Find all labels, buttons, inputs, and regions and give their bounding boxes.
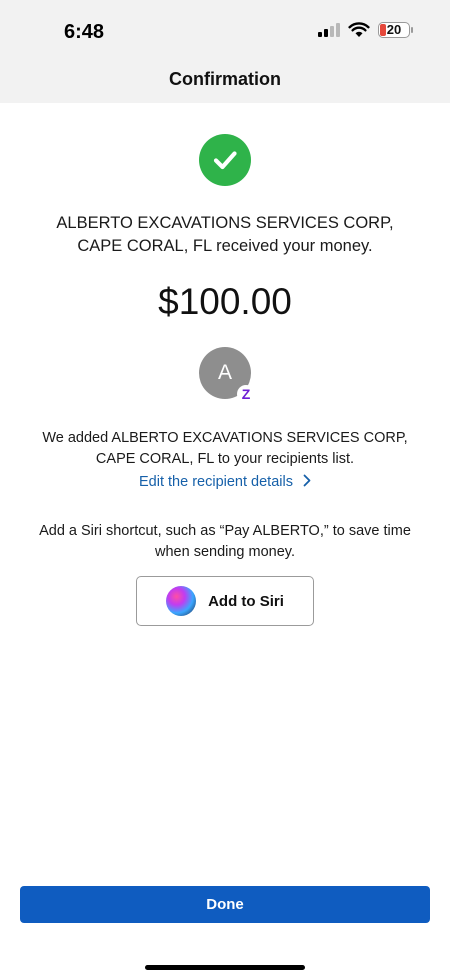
add-to-siri-label: Add to Siri — [208, 592, 284, 610]
add-to-siri-button[interactable]: Add to Siri — [136, 576, 314, 626]
page-title: Confirmation — [169, 69, 281, 89]
cellular-signal-icon — [318, 23, 340, 37]
amount: $100.00 — [158, 281, 292, 322]
recipient-added-message: We added ALBERTO EXCAVATIONS SERVICES CO… — [42, 430, 408, 467]
zelle-badge-glyph: Z — [241, 386, 251, 402]
checkmark-circle-icon — [199, 134, 251, 186]
siri-icon — [166, 586, 197, 616]
status-icons: 20 — [318, 22, 413, 38]
zelle-badge-icon: Z — [237, 385, 255, 403]
avatar-initial: A — [217, 361, 232, 384]
edit-recipient-label: Edit the recipient details — [139, 474, 293, 490]
battery-icon: 20 — [378, 22, 413, 38]
done-label: Done — [206, 896, 244, 913]
chevron-right-icon — [303, 474, 311, 487]
status-time: 6:48 — [64, 21, 105, 43]
battery-level: 20 — [386, 22, 402, 37]
wifi-icon — [348, 22, 370, 37]
home-indicator[interactable] — [145, 965, 305, 970]
edit-recipient-link[interactable]: Edit the recipient details — [0, 474, 450, 490]
top-bar: 6:48 20 Confirmation — [0, 0, 450, 103]
siri-shortcut-message: Add a Siri shortcut, such as “Pay ALBERT… — [39, 523, 411, 560]
received-message: ALBERTO EXCAVATIONS SERVICES CORP, CAPE … — [56, 214, 394, 255]
done-button[interactable]: Done — [20, 886, 430, 923]
